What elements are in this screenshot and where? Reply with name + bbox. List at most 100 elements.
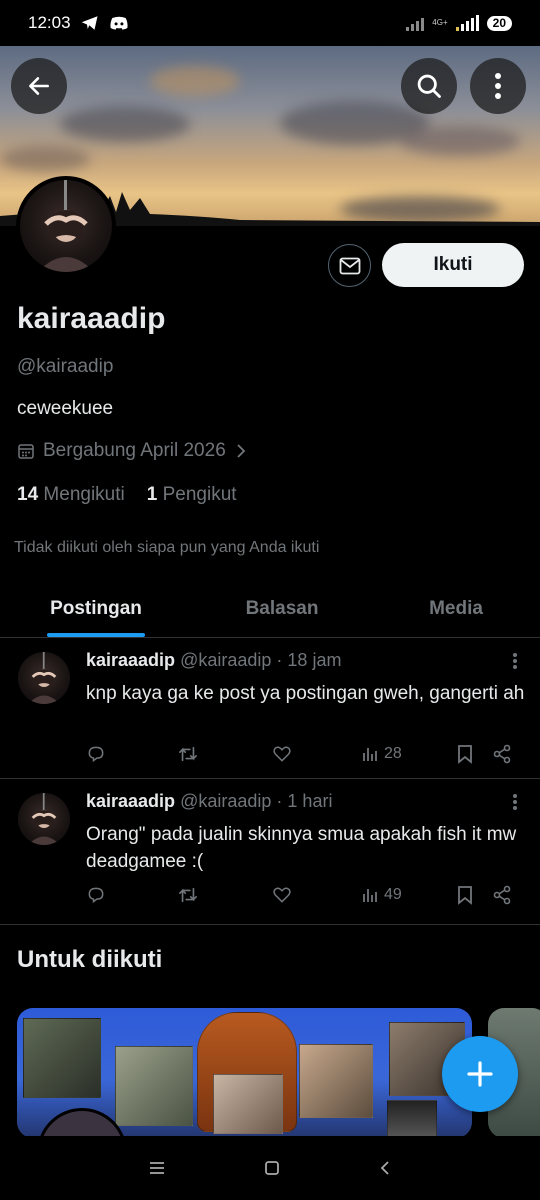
post-actions: 28 — [86, 742, 526, 766]
following-link[interactable]: 14 Mengikuti — [17, 484, 125, 506]
bookmark-icon — [458, 745, 472, 764]
tab-replies[interactable]: Balasan — [192, 580, 372, 637]
views-count: 49 — [384, 886, 402, 903]
mail-icon — [339, 257, 360, 274]
telegram-icon — [81, 16, 98, 30]
post-text: knp kaya ga ke post ya postingan gweh, g… — [86, 683, 525, 704]
views-icon — [363, 889, 377, 902]
bookmark-button[interactable] — [456, 744, 474, 764]
views-icon — [363, 748, 377, 761]
search-icon — [417, 74, 441, 98]
profile-avatar[interactable] — [16, 176, 116, 276]
post-time: · 1 hari — [276, 791, 333, 811]
message-button[interactable] — [328, 244, 371, 287]
share-icon — [493, 885, 511, 905]
back-chevron-icon[interactable] — [378, 1159, 392, 1177]
chevron-right-icon — [237, 444, 246, 458]
tab-media[interactable]: Media — [372, 580, 540, 637]
post-header: kairaaadip @kairaadip · 18 jam — [86, 650, 341, 671]
reply-icon — [88, 746, 104, 763]
network-indicator: 4G+ — [432, 18, 448, 27]
followers-count: 1 — [146, 484, 158, 505]
avatar-photo — [38, 180, 94, 272]
signal-icon-2 — [455, 15, 479, 31]
more-options-button[interactable] — [470, 58, 526, 114]
reply-button[interactable] — [86, 744, 106, 764]
views-button[interactable]: 28 — [362, 745, 402, 763]
home-square-icon[interactable] — [263, 1159, 281, 1177]
menu-icon[interactable] — [148, 1160, 166, 1176]
heart-icon — [273, 887, 291, 903]
reply-button[interactable] — [86, 885, 106, 905]
post-header: kairaaadip @kairaadip · 1 hari — [86, 791, 332, 812]
collage-photo — [23, 1018, 101, 1098]
like-button[interactable] — [272, 744, 292, 764]
system-nav-bar — [0, 1136, 540, 1200]
views-button[interactable]: 49 — [362, 886, 402, 904]
followers-link[interactable]: 1 Pengikut — [147, 484, 237, 506]
repost-icon — [179, 887, 197, 903]
profile-bio: ceweekuee — [17, 398, 114, 419]
post-author-name: kairaaadip — [86, 791, 176, 811]
follow-button[interactable]: Ikuti — [382, 243, 524, 287]
following-count: 14 — [17, 484, 39, 505]
plus-icon — [467, 1061, 493, 1087]
more-vertical-icon — [495, 73, 501, 99]
post-avatar-photo — [28, 793, 60, 845]
follow-stats: 14 Mengikuti 1 Pengikut — [17, 484, 237, 506]
joined-label: Bergabung April 2026 — [43, 440, 226, 461]
profile-name: kairaaadip — [17, 302, 166, 335]
views-count: 28 — [384, 745, 402, 762]
search-button[interactable] — [401, 58, 457, 114]
post-item[interactable]: kairaaadip @kairaadip · 18 jam knp kaya … — [0, 638, 540, 779]
joined-date[interactable]: Bergabung April 2026 — [17, 440, 248, 462]
bookmark-button[interactable] — [456, 885, 474, 905]
suggestions-title: Untuk diikuti — [17, 946, 163, 973]
post-text: Orang" pada jualin skinnya smua apakah f… — [86, 824, 517, 872]
like-button[interactable] — [272, 885, 292, 905]
more-vertical-icon — [513, 653, 517, 669]
suggestion-card[interactable] — [17, 1008, 472, 1138]
suggestion-avatar — [37, 1108, 127, 1138]
repost-button[interactable] — [177, 744, 199, 764]
status-time: 12:03 — [28, 13, 71, 32]
post-actions: 49 — [86, 883, 526, 907]
post-avatar-photo — [28, 652, 60, 704]
tab-posts[interactable]: Postingan — [0, 580, 192, 637]
repost-icon — [179, 746, 197, 762]
profile-handle: @kairaadip — [17, 356, 114, 377]
share-button[interactable] — [492, 885, 512, 905]
not-followed-note: Tidak diikuti oleh siapa pun yang Anda i… — [14, 539, 320, 556]
share-button[interactable] — [492, 744, 512, 764]
discord-icon — [110, 16, 128, 30]
post-author-handle: @kairaadip — [180, 650, 272, 670]
back-button[interactable] — [11, 58, 67, 114]
bookmark-icon — [458, 886, 472, 905]
status-bar: 12:03 4G+ 20 — [0, 0, 540, 46]
post-time: · 18 jam — [276, 650, 342, 670]
post-avatar[interactable] — [18, 652, 70, 704]
arrow-left-icon — [29, 77, 49, 95]
collage-photo — [115, 1046, 193, 1126]
post-item[interactable]: kairaaadip @kairaadip · 1 hari Orang" pa… — [0, 779, 540, 925]
collage-photo — [387, 1100, 437, 1138]
following-label: Mengikuti — [43, 484, 125, 505]
post-author-handle: @kairaadip — [180, 791, 272, 811]
repost-button[interactable] — [177, 885, 199, 905]
post-more-button[interactable] — [512, 793, 518, 816]
post-avatar[interactable] — [18, 793, 70, 845]
calendar-icon — [18, 444, 34, 459]
heart-icon — [273, 746, 291, 762]
share-icon — [493, 744, 511, 764]
post-author-name: kairaaadip — [86, 650, 176, 670]
followers-label: Pengikut — [162, 484, 237, 505]
post-more-button[interactable] — [512, 652, 518, 675]
signal-icon-1 — [406, 15, 425, 31]
collage-photo — [299, 1044, 373, 1118]
reply-icon — [88, 887, 104, 904]
compose-button[interactable] — [442, 1036, 518, 1112]
collage-photo — [213, 1074, 283, 1134]
profile-tabs: Postingan Balasan Media — [0, 580, 540, 638]
battery-indicator: 20 — [486, 15, 512, 31]
more-vertical-icon — [513, 794, 517, 810]
